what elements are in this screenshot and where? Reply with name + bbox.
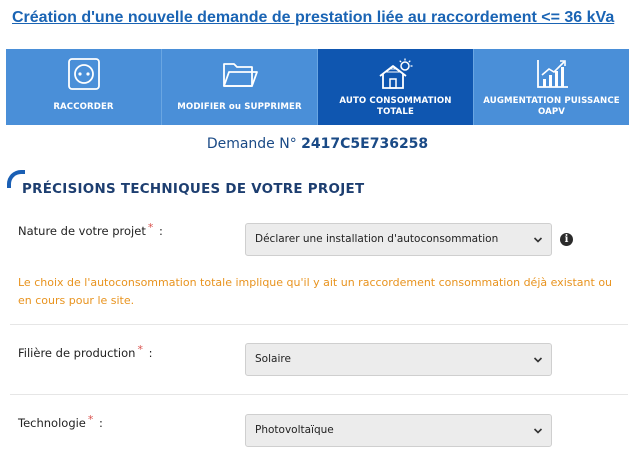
autoconsommation-warning: Le choix de l'autoconsommation totale im… [18,276,613,307]
socket-icon [67,58,100,90]
info-icon[interactable]: i [560,233,573,246]
divider [10,394,628,395]
demande-number: Demande N° 2417C5E736258 [0,136,635,152]
demande-id: 2417C5E736258 [301,136,429,152]
filiere-label: Filière de production * : [18,343,153,360]
growth-chart-icon [536,60,568,88]
nature-label: Nature de votre projet * : [18,221,163,238]
tab-autoconsommation-label: AUTO CONSOMMATION TOTALE [339,96,452,117]
technologie-select[interactable]: Photovoltaïque [245,414,552,447]
chevron-down-icon [533,237,543,243]
nature-select-value: Déclarer une installation d'autoconsomma… [255,233,499,245]
tab-raccorder[interactable]: RACCORDER [6,49,161,125]
filiere-select[interactable]: Solaire [245,343,552,376]
folder-icon [222,63,258,87]
chevron-down-icon [533,357,543,363]
demande-prefix: Demande N° [206,136,297,152]
tab-augmentation[interactable]: AUGMENTATION PUISSANCE OAPV [473,49,629,125]
required-marker: * [147,221,154,234]
required-marker: * [87,413,94,426]
tab-autoconsommation[interactable]: AUTO CONSOMMATION TOTALE [317,49,473,125]
tab-modifier-label: MODIFIER ou SUPPRIMER [177,102,302,112]
tab-modifier[interactable]: MODIFIER ou SUPPRIMER [161,49,317,125]
required-marker: * [137,343,143,356]
nature-select[interactable]: Déclarer une installation d'autoconsomma… [245,223,552,256]
filiere-select-value: Solaire [255,353,291,365]
technologie-label: Technologie * : [18,413,103,430]
solar-house-icon [378,58,412,89]
page-title[interactable]: Création d'une nouvelle demande de prest… [12,9,614,27]
tab-raccorder-label: RACCORDER [53,102,114,112]
divider [10,324,628,325]
chevron-down-icon [533,428,543,434]
tab-bar: RACCORDER MODIFIER ou SUPPRIMER AUTO CON… [6,49,629,125]
technologie-select-value: Photovoltaïque [255,424,334,436]
section-title: PRÉCISIONS TECHNIQUES DE VOTRE PROJET [22,182,365,197]
tab-augmentation-label: AUGMENTATION PUISSANCE OAPV [483,96,620,117]
